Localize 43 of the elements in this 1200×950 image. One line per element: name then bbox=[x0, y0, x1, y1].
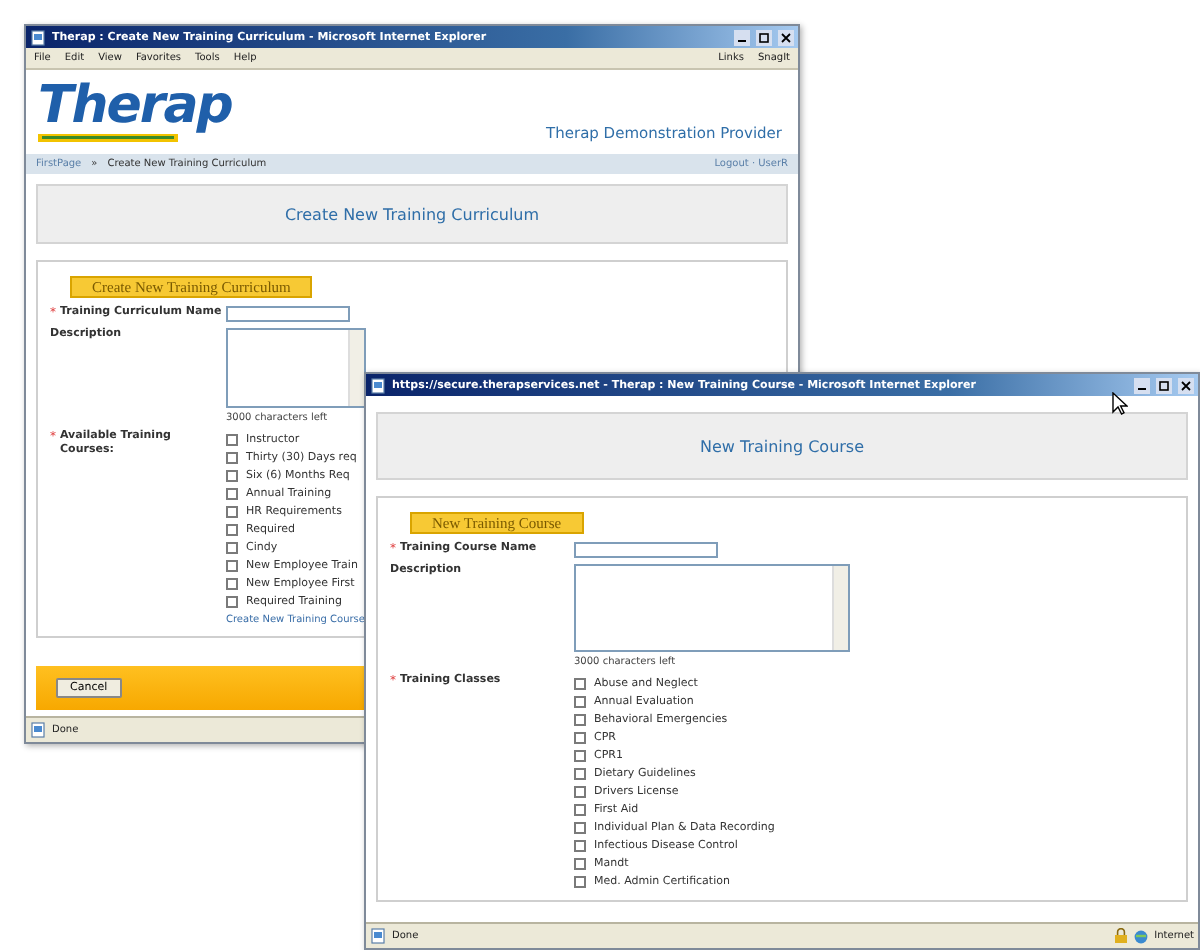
checkbox[interactable] bbox=[226, 469, 238, 481]
checkbox[interactable] bbox=[226, 487, 238, 499]
checkbox[interactable] bbox=[574, 803, 586, 815]
checkbox[interactable] bbox=[226, 595, 238, 607]
checkbox[interactable] bbox=[574, 713, 586, 725]
page-icon bbox=[30, 722, 46, 738]
checkbox[interactable] bbox=[574, 857, 586, 869]
checkbox[interactable] bbox=[574, 821, 586, 833]
page-heading: New Training Course bbox=[699, 437, 865, 455]
maximize-icon[interactable] bbox=[756, 29, 772, 45]
checkbox[interactable] bbox=[226, 451, 238, 463]
checkbox[interactable] bbox=[226, 433, 238, 445]
checkbox[interactable] bbox=[574, 875, 586, 887]
page-icon bbox=[370, 377, 386, 393]
text-field[interactable] bbox=[226, 306, 350, 322]
checkbox[interactable] bbox=[574, 677, 586, 689]
minimize-icon[interactable] bbox=[1134, 377, 1150, 393]
close-icon[interactable] bbox=[1178, 377, 1194, 393]
page-heading: Create New Training Curriculum bbox=[284, 205, 540, 223]
globe-icon bbox=[1134, 929, 1149, 943]
lock-icon bbox=[1114, 928, 1129, 944]
checkbox[interactable] bbox=[574, 839, 586, 851]
checkbox[interactable] bbox=[226, 577, 238, 589]
checkbox[interactable] bbox=[226, 541, 238, 553]
maximize-icon[interactable] bbox=[1156, 377, 1172, 393]
text-field[interactable] bbox=[574, 542, 718, 558]
checkbox[interactable] bbox=[574, 749, 586, 761]
logo: Therap bbox=[38, 78, 232, 134]
checkbox[interactable] bbox=[226, 523, 238, 535]
description-field[interactable] bbox=[226, 328, 366, 408]
checkbox[interactable] bbox=[574, 785, 586, 797]
checkbox[interactable] bbox=[226, 505, 238, 517]
checkbox[interactable] bbox=[574, 695, 586, 707]
checkbox[interactable] bbox=[226, 559, 238, 571]
description-field[interactable] bbox=[574, 564, 850, 652]
checkbox[interactable] bbox=[574, 731, 586, 743]
page-icon bbox=[370, 928, 386, 944]
page-icon bbox=[30, 29, 46, 45]
close-icon[interactable] bbox=[778, 29, 794, 45]
minimize-icon[interactable] bbox=[734, 29, 750, 45]
logo-stripe-icon bbox=[38, 134, 178, 142]
checkbox[interactable] bbox=[574, 767, 586, 779]
mouse-pointer-icon bbox=[1112, 392, 1128, 416]
